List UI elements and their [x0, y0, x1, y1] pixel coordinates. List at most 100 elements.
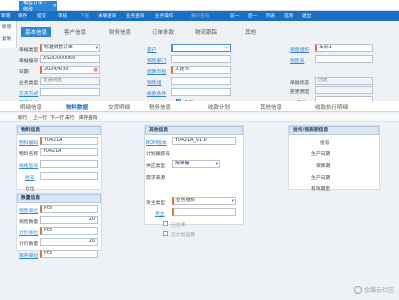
lot-label[interactable]: 批号 — [25, 174, 35, 181]
tab-basic-info[interactable]: 基本信息 — [21, 27, 52, 37]
price-qty-label: 计价数量 — [19, 242, 39, 247]
toolbar-item[interactable]: 新增 — [1, 13, 10, 19]
toolbar-item[interactable]: 列表 — [266, 13, 275, 19]
tab-logistics[interactable]: 物流跟踪 — [195, 27, 217, 37]
chevron-down-icon[interactable]: ▾ — [215, 161, 218, 167]
toolbar-item[interactable]: 保存 — [18, 13, 27, 19]
change-reason-field[interactable] — [315, 86, 373, 94]
sale-org-field[interactable]: 车间1 — [315, 44, 373, 52]
bom-field[interactable]: Y0421A_V1.0 — [172, 137, 236, 145]
receive-cond-field[interactable] — [171, 88, 231, 96]
material-code-field[interactable]: Y0421A — [40, 137, 98, 145]
toolbar-item[interactable]: 后一 — [248, 13, 257, 19]
material-code-label[interactable]: 物料编码 — [19, 139, 38, 146]
price-unit-field[interactable]: Pcs — [40, 227, 98, 235]
toolbar-item[interactable]: 退出 — [302, 13, 311, 19]
settle-currency-field[interactable]: 人民币 — [171, 66, 231, 74]
trade-mode-label[interactable]: 交货方式 — [19, 90, 38, 97]
sale-dept-field[interactable] — [171, 55, 231, 63]
toolbar-item[interactable]: 业务操作 — [155, 13, 173, 19]
toolbar-item[interactable]: 关联查询 — [98, 13, 116, 19]
cloud-logo-icon — [353, 285, 362, 294]
window-tab[interactable]: 销售订单 - 修改 × — [19, 0, 57, 13]
tab-tax-info[interactable]: 税务信息 — [149, 103, 171, 111]
spec-label[interactable]: 规格型号 — [19, 162, 38, 169]
toolbar: 新增 保存 提交 审核 下查 关联查询 业务查询 业务操作 报价查询 前一 后一 列表 选项 退出 — [0, 11, 399, 21]
sale-group-label[interactable]: 销售组 — [147, 79, 161, 86]
lot-field[interactable] — [40, 172, 98, 180]
next-row-button[interactable]: 下一行 — [50, 115, 64, 121]
trade-mode-field[interactable] — [40, 88, 100, 96]
receive-cond-label[interactable]: 收款条件 — [147, 90, 166, 97]
tab-customer-info[interactable]: 客户信息 — [64, 27, 86, 37]
toolbar-item[interactable]: 前一 — [230, 13, 239, 19]
sale-dept-label[interactable]: 销售部门 — [147, 57, 166, 64]
side-new-button[interactable]: 新增 — [0, 21, 16, 33]
owner-field[interactable] — [172, 208, 236, 216]
price-qty-field[interactable]: 20 — [40, 238, 98, 246]
tab-finance-info[interactable]: 财务信息 — [109, 27, 131, 37]
plan-track-label: 计划跟踪号 — [146, 152, 170, 157]
bill-no-field[interactable]: XSDD000069 — [40, 55, 100, 63]
stock-query-button[interactable]: 库存查询 — [79, 115, 97, 121]
lot-section-title: 批号/保质期信息 — [289, 126, 379, 135]
title-bar — [0, 0, 399, 11]
sale-unit-label[interactable]: 销售单位 — [19, 207, 38, 214]
tab-other[interactable]: 其他 — [245, 27, 256, 37]
tab-receive-exec[interactable]: 收款执行明细 — [315, 103, 348, 111]
owner-label[interactable]: 货主 — [155, 210, 165, 217]
settle-currency-label[interactable]: 结算币别 — [147, 68, 166, 75]
customer-field[interactable]: ⋯ — [171, 44, 231, 52]
sale-org-label[interactable]: 销售组织 — [290, 46, 309, 53]
watermark: 金蝶云社区 — [353, 285, 394, 294]
material-section-title: 物料信息 — [17, 126, 101, 135]
tab-order-terms[interactable]: 订单条款 — [152, 27, 174, 37]
supply-type-field[interactable]: 按单编 ▾ — [172, 160, 220, 168]
prev-row-button[interactable]: 上一行 — [33, 115, 47, 121]
new-row-button[interactable]: 新行 — [18, 115, 27, 121]
lookup-icon[interactable]: ⋯ — [224, 45, 229, 51]
qty-section-title: 数量信息 — [17, 194, 101, 203]
lookup-icon[interactable]: ▾ — [95, 45, 98, 51]
sale-qty-label: 销售数量 — [19, 220, 39, 225]
sale-qty-field[interactable]: 20 — [40, 216, 98, 224]
salesman-field[interactable] — [315, 55, 373, 63]
date-field[interactable]: 2024/4/30 ▦ — [40, 66, 100, 74]
stock-unit-field[interactable]: Pcs — [40, 250, 98, 258]
toolbar-item[interactable]: 报价查询 — [191, 13, 209, 19]
tab-delivery-detail[interactable]: 交货明细 — [108, 103, 130, 111]
order-status-label: 单据状态 — [290, 81, 310, 86]
header-tabs: 基本信息 客户信息 财务信息 订单条款 物流跟踪 其他 — [17, 27, 399, 37]
toolbar-item[interactable]: 审核 — [58, 13, 67, 19]
outbound-checkbox[interactable] — [163, 221, 168, 226]
sale-group-field[interactable] — [171, 77, 231, 85]
last-row-button[interactable]: 末行 — [65, 115, 74, 121]
toolbar-item[interactable]: 下查 — [80, 13, 89, 19]
side-copy-button[interactable]: 复制 — [0, 33, 16, 45]
tab-receive-plan[interactable]: 收款计划 — [208, 103, 230, 111]
demand-source-label: 需求来源 — [146, 176, 166, 181]
spec-field[interactable] — [40, 160, 98, 168]
material-name-field[interactable]: Y0421A — [40, 148, 98, 156]
sale-unit-field[interactable]: Pcs — [40, 205, 98, 213]
biz-type-field[interactable]: 普通销售 — [40, 77, 100, 85]
aux-label: 仓位 — [25, 187, 35, 192]
toolbar-item[interactable]: 提交 — [37, 13, 46, 19]
close-icon[interactable]: × — [53, 3, 57, 9]
plan-calc-checkbox[interactable] — [163, 231, 168, 236]
owner-type-field[interactable]: 业务组织 ▾ — [172, 197, 236, 205]
calendar-icon[interactable]: ▦ — [93, 67, 98, 73]
toolbar-item[interactable]: 业务查询 — [126, 13, 144, 19]
stock-unit-label[interactable]: 库存单位 — [19, 252, 38, 259]
chevron-down-icon[interactable]: ▾ — [231, 198, 234, 204]
side-actions: 新增 复制 — [0, 21, 17, 48]
customer-label[interactable]: 客户 — [147, 46, 157, 53]
outbound-label: 已出库 — [171, 223, 186, 228]
price-unit-label[interactable]: 计价单位 — [19, 229, 38, 236]
tab-detail-info[interactable]: 明细信息 — [20, 103, 42, 111]
salesman-label[interactable]: 销售员 — [290, 57, 304, 64]
tab-other-info[interactable]: 其他信息 — [260, 103, 282, 111]
bill-type-field[interactable]: 标准销售订单 ▾ — [40, 44, 100, 52]
bom-label[interactable]: BOM版本 — [146, 139, 167, 146]
toolbar-item[interactable]: 选项 — [284, 13, 293, 19]
